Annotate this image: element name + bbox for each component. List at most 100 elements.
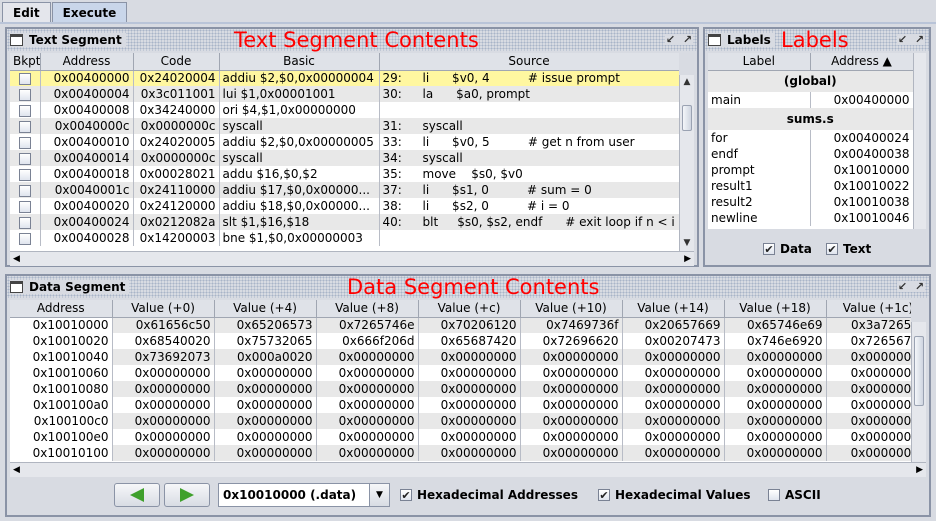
table-row[interactable]: 0x00400024 0x0212082a slt $1,$16,$18 40: blt… [10, 214, 679, 230]
data-value-cell[interactable]: 0x00000000 [112, 397, 215, 413]
data-value-cell[interactable]: 0x65687420 [418, 333, 521, 349]
table-row[interactable]: 0x00400000 0x24020004 addiu $2,$0,0x000000… [10, 70, 679, 86]
table-row[interactable]: 0x10010040 0x73692073 0x000a0020 0x00000000… [10, 349, 911, 365]
data-value-cell[interactable]: 0x00000000 [112, 445, 215, 461]
label-row[interactable]: endf 0x00400038 [708, 146, 913, 162]
text-segment-hscroll[interactable]: ◀ ▶ [10, 251, 694, 266]
labels-data-checkbox[interactable]: Data [763, 242, 812, 256]
table-row[interactable]: 0x10010060 0x00000000 0x00000000 0x00000000… [10, 365, 911, 381]
data-value-cell[interactable]: 0x00000000 [316, 397, 419, 413]
data-value-cell[interactable]: 0x3a726567 [826, 317, 911, 333]
data-col-header[interactable]: Value (+8) [316, 300, 419, 318]
data-value-cell[interactable]: 0x00000000 [622, 429, 725, 445]
data-value-cell[interactable]: 0x00000000 [520, 429, 623, 445]
data-value-cell[interactable]: 0x00000000 [418, 429, 521, 445]
breakpoint-checkbox[interactable] [18, 88, 31, 101]
labels-vscroll[interactable] [913, 53, 926, 229]
data-value-cell[interactable]: 0x00000000 [214, 413, 317, 429]
checkbox-icon[interactable] [763, 243, 775, 255]
scroll-thumb[interactable] [682, 105, 692, 131]
data-value-cell[interactable]: 0x00000000 [214, 445, 317, 461]
table-row[interactable]: 0x00400008 0x34240000 ori $4,$1,0x00000000 [10, 102, 679, 118]
data-value-cell[interactable]: 0x7469736f [520, 317, 623, 333]
bkpt-cell[interactable] [10, 198, 41, 214]
breakpoint-checkbox[interactable] [18, 184, 31, 197]
tab-execute[interactable]: Execute [51, 2, 128, 23]
data-col-header[interactable]: Value (+14) [622, 300, 725, 318]
label-row[interactable]: for 0x00400024 [708, 130, 913, 146]
data-value-cell[interactable]: 0x00000000 [316, 445, 419, 461]
data-col-header[interactable]: Address [10, 300, 113, 318]
bkpt-cell[interactable] [10, 118, 41, 134]
data-col-header[interactable]: Value (+18) [724, 300, 827, 318]
data-col-header[interactable]: Value (+1c) [826, 300, 911, 318]
checkbox-icon[interactable] [826, 243, 838, 255]
bkpt-cell[interactable] [10, 230, 41, 246]
data-value-cell[interactable]: 0x00000000 [622, 397, 725, 413]
bkpt-cell[interactable] [10, 86, 41, 102]
label-row[interactable]: newline 0x10010046 [708, 210, 913, 226]
data-value-cell[interactable]: 0x00207473 [622, 333, 725, 349]
data-col-header[interactable]: Value (+c) [418, 300, 521, 318]
data-value-cell[interactable]: 0x00000000 [316, 365, 419, 381]
text-col-basic[interactable]: Basic [219, 53, 380, 71]
data-value-cell[interactable]: 0x00000000 [418, 381, 521, 397]
bkpt-cell[interactable] [10, 182, 41, 198]
breakpoint-checkbox[interactable] [18, 136, 31, 149]
data-value-cell[interactable]: 0x00000000 [520, 445, 623, 461]
scroll-left-icon[interactable]: ◀ [13, 254, 20, 264]
chevron-down-icon[interactable]: ▼ [369, 484, 389, 506]
data-back-button[interactable] [114, 483, 160, 507]
table-row[interactable]: 0x10010080 0x00000000 0x00000000 0x00000000… [10, 381, 911, 397]
table-row[interactable]: 0x00400028 0x14200003 bne $1,$0,0x00000003 [10, 230, 679, 246]
labels-text-checkbox[interactable]: Text [826, 242, 871, 256]
segment-select[interactable]: 0x10010000 (.data) ▼ [218, 483, 390, 507]
bkpt-cell[interactable] [10, 150, 41, 166]
data-value-cell[interactable]: 0x68540020 [112, 333, 215, 349]
data-value-cell[interactable]: 0x00000000 [724, 413, 827, 429]
table-row[interactable]: 0x00400020 0x24120000 addiu $18,$0,0x00000… [10, 198, 679, 214]
data-value-cell[interactable]: 0x00000000 [724, 349, 827, 365]
table-row[interactable]: 0x10010100 0x00000000 0x00000000 0x00000000… [10, 445, 911, 461]
data-value-cell[interactable]: 0x666f206d [316, 333, 419, 349]
label-row[interactable]: prompt 0x10010000 [708, 162, 913, 178]
table-row[interactable]: 0x100100e0 0x00000000 0x00000000 0x00000000… [10, 429, 911, 445]
table-row[interactable]: 0x100100c0 0x00000000 0x00000000 0x00000000… [10, 413, 911, 429]
data-value-cell[interactable]: 0x65206573 [214, 317, 317, 333]
scroll-right-icon[interactable]: ▶ [916, 465, 923, 475]
breakpoint-checkbox[interactable] [18, 120, 31, 133]
data-value-cell[interactable]: 0x00000000 [112, 413, 215, 429]
table-row[interactable]: 0x0040001c 0x24110000 addiu $17,$0,0x00000… [10, 182, 679, 198]
checkbox-icon[interactable] [768, 489, 780, 501]
data-col-header[interactable]: Value (+4) [214, 300, 317, 318]
data-value-cell[interactable]: 0x72696620 [520, 333, 623, 349]
breakpoint-checkbox[interactable] [18, 168, 31, 181]
data-value-cell[interactable]: 0x00000000 [316, 429, 419, 445]
data-col-header[interactable]: Value (+0) [112, 300, 215, 318]
data-value-cell[interactable]: 0x00000000 [418, 349, 521, 365]
data-value-cell[interactable]: 0x00000000 [418, 397, 521, 413]
checkbox-icon[interactable] [598, 489, 610, 501]
data-value-cell[interactable]: 0x61656c50 [112, 317, 215, 333]
maximize-icon[interactable]: ↗ [914, 281, 925, 292]
text-col-address[interactable]: Address [40, 53, 134, 71]
minimize-icon[interactable]: ↙ [897, 281, 908, 292]
table-row[interactable]: 0x10010020 0x68540020 0x75732065 0x666f206d… [10, 333, 911, 349]
data-value-cell[interactable]: 0x00000000 [826, 445, 911, 461]
data-value-cell[interactable]: 0x00000000 [724, 365, 827, 381]
data-value-cell[interactable]: 0x00000000 [316, 349, 419, 365]
data-value-cell[interactable]: 0x00000000 [418, 413, 521, 429]
data-value-cell[interactable]: 0x00000000 [520, 349, 623, 365]
table-row[interactable]: 0x00400018 0x00028021 addu $16,$0,$2 35: mov… [10, 166, 679, 182]
breakpoint-checkbox[interactable] [18, 104, 31, 117]
breakpoint-checkbox[interactable] [18, 152, 31, 165]
scroll-right-icon[interactable]: ▶ [684, 254, 691, 264]
data-value-cell[interactable]: 0x7265746e [316, 317, 419, 333]
data-value-cell[interactable]: 0x00000000 [826, 429, 911, 445]
data-segment-vscroll[interactable] [911, 322, 926, 462]
data-value-cell[interactable]: 0x00000000 [520, 397, 623, 413]
data-value-cell[interactable]: 0x00000000 [214, 397, 317, 413]
labels-col-address[interactable]: Address ▲ [810, 53, 913, 71]
bkpt-cell[interactable] [10, 70, 41, 86]
minimize-icon[interactable]: ↙ [665, 34, 676, 45]
